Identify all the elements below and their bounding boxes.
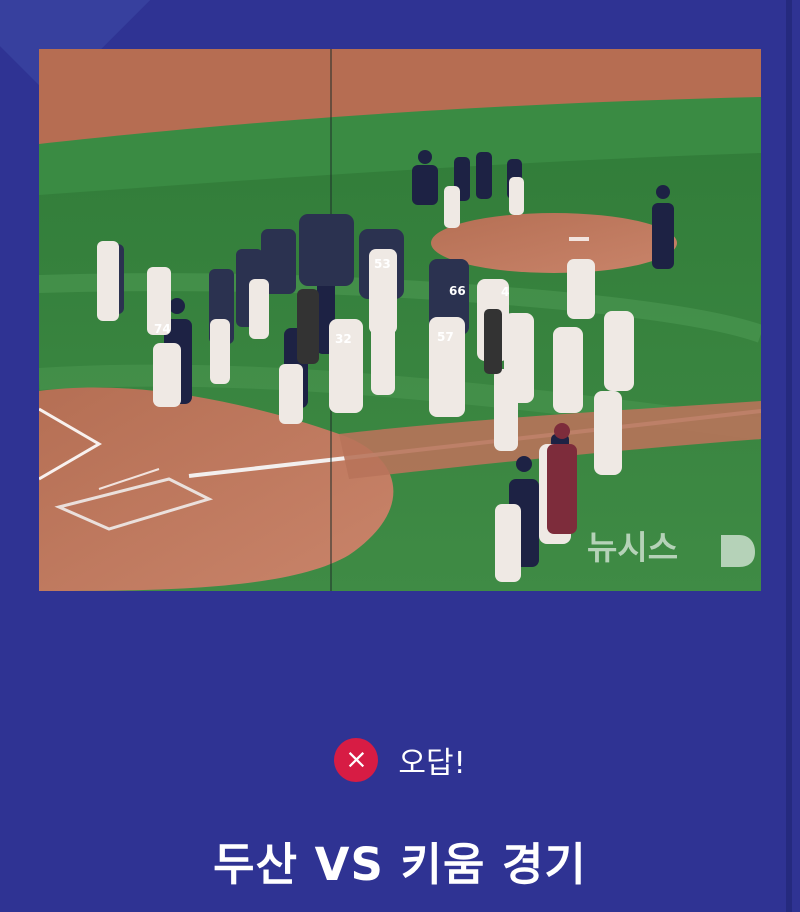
jersey-number-4: 4 (501, 285, 509, 299)
question-title: 두산 VS 키움 경기 (213, 838, 587, 891)
jersey-number-74: 74 (154, 322, 171, 336)
jersey-number-32: 32 (335, 332, 352, 346)
news-watermark: 뉴시스 (587, 528, 678, 567)
result-label: 오답! (398, 746, 466, 781)
jersey-number-53: 53 (374, 257, 391, 271)
jersey-number-66: 66 (449, 284, 466, 298)
news-logo-icon (721, 535, 755, 567)
quiz-result-screen: 74 32 57 53 66 4 뉴시스 × 오답! 두산 VS 키움 경기 (0, 0, 800, 912)
answer-result: × 오답! (0, 735, 800, 785)
baseball-game-photo: 74 32 57 53 66 4 뉴시스 (39, 49, 761, 591)
baseball-field-illustration: 74 32 57 53 66 4 뉴시스 (39, 49, 761, 591)
jersey-number-57: 57 (437, 330, 454, 344)
close-icon: × (334, 738, 379, 782)
